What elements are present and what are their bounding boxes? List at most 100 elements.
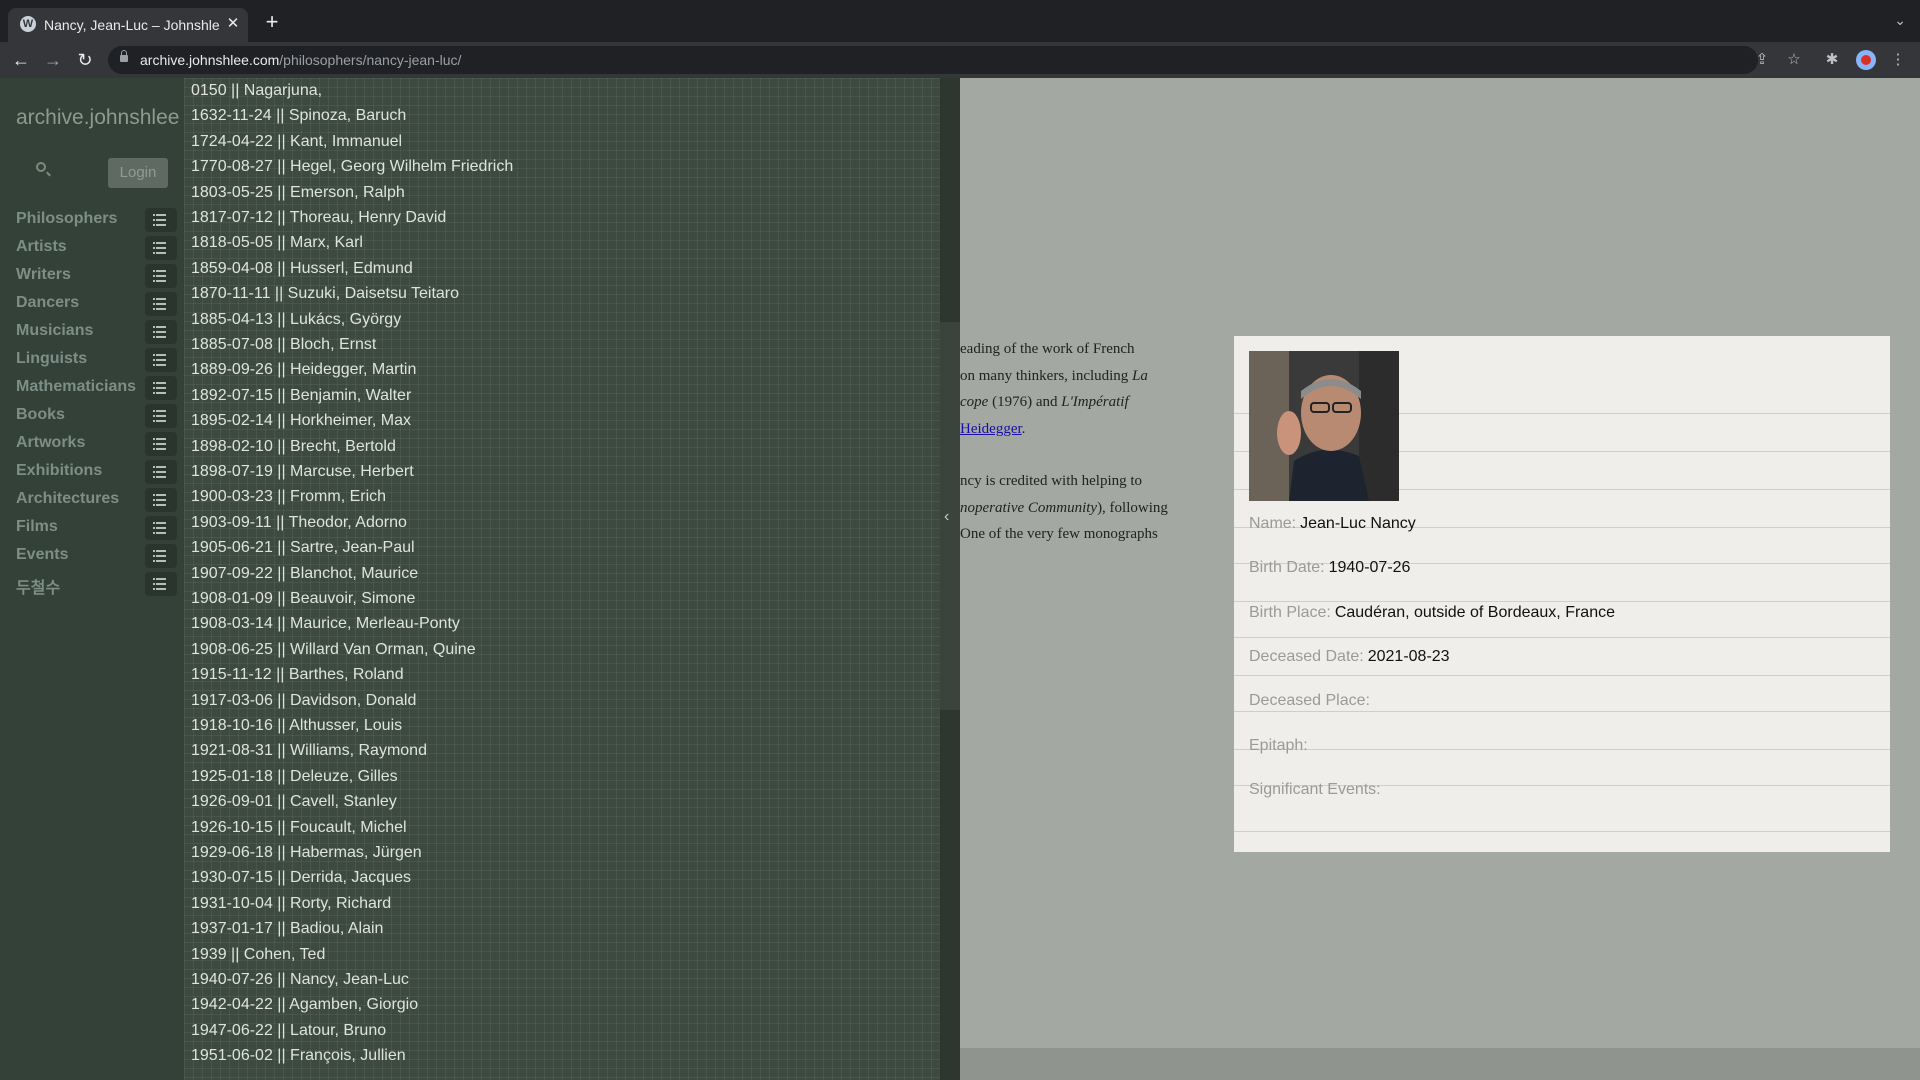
lock-icon: [120, 50, 128, 62]
list-icon[interactable]: [145, 460, 177, 484]
close-icon[interactable]: ✕: [224, 15, 242, 33]
sidebar-item-artworks[interactable]: Artworks: [16, 432, 177, 460]
list-item[interactable]: 1918-10-16 || Althusser, Louis: [191, 717, 402, 735]
list-icon[interactable]: [145, 432, 177, 456]
list-item[interactable]: 1940-07-26 || Nancy, Jean-Luc: [191, 971, 409, 989]
sidebar-item-books[interactable]: Books: [16, 404, 177, 432]
browser-tab[interactable]: W Nancy, Jean-Luc – Johnshlee Archive ✕: [8, 8, 248, 42]
chevron-down-icon[interactable]: ⌄: [1894, 12, 1906, 29]
list-item[interactable]: 1908-06-25 || Willard Van Orman, Quine: [191, 641, 476, 659]
list-icon[interactable]: [145, 404, 177, 428]
list-item[interactable]: 1818-05-05 || Marx, Karl: [191, 234, 363, 252]
reload-icon[interactable]: ↻: [74, 49, 96, 71]
sidebar-item-linguists[interactable]: Linguists: [16, 348, 177, 376]
sidebar-item-exhibitions[interactable]: Exhibitions: [16, 460, 177, 488]
list-item[interactable]: 1817-07-12 || Thoreau, Henry David: [191, 209, 446, 227]
significant-events-field: Significant Events:: [1249, 781, 1381, 798]
list-item[interactable]: 1900-03-23 || Fromm, Erich: [191, 488, 386, 506]
list-item[interactable]: 1951-06-02 || François, Jullien: [191, 1047, 406, 1065]
share-icon[interactable]: ⇪: [1752, 50, 1772, 70]
list-item[interactable]: 1898-07-19 || Marcuse, Herbert: [191, 463, 414, 481]
list-icon[interactable]: [145, 320, 177, 344]
list-item[interactable]: 1724-04-22 || Kant, Immanuel: [191, 133, 402, 151]
sidebar-item-user[interactable]: 두철수: [16, 572, 177, 600]
list-item[interactable]: 1903-09-11 || Theodor, Adorno: [191, 514, 407, 532]
list-item[interactable]: 1915-11-12 || Barthes, Roland: [191, 666, 404, 684]
list-item[interactable]: 1907-09-22 || Blanchot, Maurice: [191, 565, 418, 583]
list-item[interactable]: 1859-04-08 || Husserl, Edmund: [191, 260, 413, 278]
address-bar[interactable]: archive.johnshlee.com/philosophers/nancy…: [108, 46, 1758, 74]
heidegger-link[interactable]: Heidegger: [960, 421, 1022, 437]
list-item[interactable]: 1939 || Cohen, Ted: [191, 946, 325, 964]
list-icon[interactable]: [145, 488, 177, 512]
list-item[interactable]: 1931-10-04 || Rorty, Richard: [191, 895, 391, 913]
scrollbar-thumb[interactable]: [940, 322, 960, 710]
footer-bar: [960, 1048, 1920, 1080]
collapse-panel[interactable]: ‹: [940, 78, 960, 1080]
forward-icon[interactable]: →: [42, 49, 64, 71]
list-item[interactable]: 1947-06-22 || Latour, Bruno: [191, 1022, 386, 1040]
sidebar-item-writers[interactable]: Writers: [16, 264, 177, 292]
site-brand[interactable]: archive.johnshlee: [16, 106, 179, 130]
list-icon[interactable]: [145, 572, 177, 596]
new-tab-icon[interactable]: +: [262, 11, 282, 33]
list-item[interactable]: 1898-02-10 || Brecht, Bertold: [191, 438, 396, 456]
epitaph-field: Epitaph:: [1249, 737, 1308, 754]
list-icon[interactable]: [145, 236, 177, 260]
list-item[interactable]: 1937-01-17 || Badiou, Alain: [191, 920, 383, 938]
list-item[interactable]: 1770-08-27 || Hegel, Georg Wilhelm Fried…: [191, 158, 513, 176]
extensions-icon[interactable]: ✱: [1822, 50, 1842, 70]
sidebar-item-dancers[interactable]: Dancers: [16, 292, 177, 320]
more-menu-icon[interactable]: ⋮: [1888, 50, 1908, 70]
tab-title: Nancy, Jean-Luc – Johnshlee Archive: [44, 17, 220, 33]
list-item[interactable]: 1908-01-09 || Beauvoir, Simone: [191, 590, 415, 608]
list-item[interactable]: 0150 || Nagarjuna,: [191, 82, 322, 100]
wordpress-icon: W: [20, 16, 36, 32]
url-text: archive.johnshlee.com/philosophers/nancy…: [140, 52, 462, 68]
list-item[interactable]: 1929-06-18 || Habermas, Jürgen: [191, 844, 422, 862]
list-item[interactable]: 1889-09-26 || Heidegger, Martin: [191, 361, 416, 379]
portrait-photo: [1249, 351, 1399, 501]
list-item[interactable]: 1926-10-15 || Foucault, Michel: [191, 819, 407, 837]
sidebar-item-philosophers[interactable]: Philosophers: [16, 208, 177, 236]
deceased-place-field: Deceased Place:: [1249, 692, 1370, 709]
list-icon[interactable]: [145, 348, 177, 372]
list-item[interactable]: 1930-07-15 || Derrida, Jacques: [191, 869, 411, 887]
list-item[interactable]: 1908-03-14 || Maurice, Merleau-Ponty: [191, 615, 460, 633]
list-item[interactable]: 1942-04-22 || Agamben, Giorgio: [191, 996, 418, 1014]
list-icon[interactable]: [145, 376, 177, 400]
list-icon[interactable]: [145, 264, 177, 288]
person-infobox: Name: Jean-Luc Nancy Birth Date: 1940-07-2…: [1234, 336, 1890, 852]
list-icon[interactable]: [145, 516, 177, 540]
back-icon[interactable]: ←: [10, 49, 32, 71]
list-item[interactable]: 1925-01-18 || Deleuze, Gilles: [191, 768, 398, 786]
login-button[interactable]: Login: [108, 158, 168, 188]
list-item[interactable]: 1905-06-21 || Sartre, Jean-Paul: [191, 539, 415, 557]
list-item[interactable]: 1895-02-14 || Horkheimer, Max: [191, 412, 411, 430]
sidebar-item-films[interactable]: Films: [16, 516, 177, 544]
list-item[interactable]: 1885-07-08 || Bloch, Ernst: [191, 336, 376, 354]
sidebar-item-architectures[interactable]: Architectures: [16, 488, 177, 516]
list-item[interactable]: 1803-05-25 || Emerson, Ralph: [191, 184, 405, 202]
list-item[interactable]: 1921-08-31 || Williams, Raymond: [191, 742, 427, 760]
sidebar-item-artists[interactable]: Artists: [16, 236, 177, 264]
list-item[interactable]: 1885-04-13 || Lukács, György: [191, 311, 401, 329]
star-icon[interactable]: ☆: [1784, 50, 1804, 70]
article-body: eading of the work of French on many thi…: [960, 341, 1168, 542]
chevron-left-icon[interactable]: ‹: [944, 508, 949, 526]
name-field: Name: Jean-Luc Nancy: [1249, 515, 1416, 532]
list-icon[interactable]: [145, 208, 177, 232]
list-item[interactable]: 1632-11-24 || Spinoza, Baruch: [191, 107, 406, 125]
profile-avatar[interactable]: [1856, 50, 1876, 70]
list-item[interactable]: 1892-07-15 || Benjamin, Walter: [191, 387, 411, 405]
deceased-date-field: Deceased Date: 2021-08-23: [1249, 648, 1450, 665]
list-item[interactable]: 1870-11-11 || Suzuki, Daisetsu Teitaro: [191, 285, 459, 303]
list-item[interactable]: 1917-03-06 || Davidson, Donald: [191, 692, 416, 710]
list-icon[interactable]: [145, 292, 177, 316]
sidebar-item-mathematicians[interactable]: Mathematicians: [16, 376, 177, 404]
search-icon[interactable]: [36, 162, 46, 172]
sidebar-item-events[interactable]: Events: [16, 544, 177, 572]
list-item[interactable]: 1926-09-01 || Cavell, Stanley: [191, 793, 397, 811]
sidebar-item-musicians[interactable]: Musicians: [16, 320, 177, 348]
list-icon[interactable]: [145, 544, 177, 568]
